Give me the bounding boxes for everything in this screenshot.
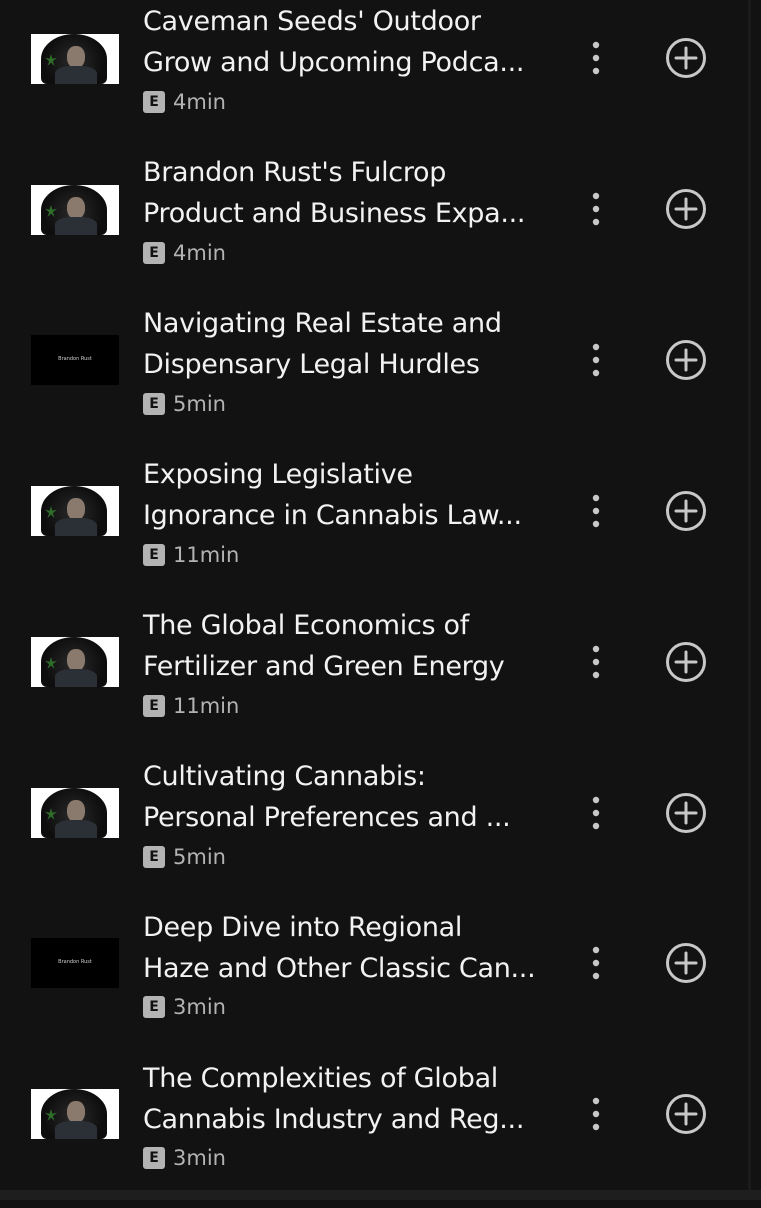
episode-row[interactable]: Exposing Legislative Ignorance in Cannab…: [0, 453, 746, 604]
episode-meta: E 5min: [143, 845, 226, 869]
episode-title[interactable]: The Complexities of Global Cannabis Indu…: [143, 1058, 543, 1140]
episode-title[interactable]: Navigating Real Estate and Dispensary Le…: [143, 303, 543, 385]
episode-duration: 3min: [173, 995, 226, 1019]
episode-thumbnail[interactable]: [31, 788, 119, 838]
explicit-badge: E: [143, 846, 165, 868]
episode-duration: 11min: [173, 694, 240, 718]
episode-thumbnail[interactable]: [31, 486, 119, 536]
episode-duration: 4min: [173, 241, 226, 265]
episode-thumbnail[interactable]: [31, 34, 119, 84]
episode-title[interactable]: The Global Economics of Fertilizer and G…: [143, 605, 543, 687]
thumbnail-person-head: [67, 498, 85, 520]
more-options-icon[interactable]: [580, 491, 612, 531]
thumbnail-person-head: [67, 800, 85, 822]
episode-thumbnail[interactable]: [31, 637, 119, 687]
thumbnail-person-body: [55, 669, 97, 687]
add-circle-icon[interactable]: [664, 791, 708, 835]
thumbnail-caption: Brandon Rust: [58, 356, 92, 362]
episode-duration: 3min: [173, 1146, 226, 1170]
more-options-icon[interactable]: [580, 642, 612, 682]
thumbnail-person-body: [55, 518, 97, 536]
episode-row[interactable]: The Complexities of Global Cannabis Indu…: [0, 1057, 746, 1208]
explicit-badge: E: [143, 393, 165, 415]
add-circle-icon[interactable]: [664, 941, 708, 985]
more-options-icon[interactable]: [580, 943, 612, 983]
thumbnail-person-head: [67, 46, 85, 68]
more-options-icon[interactable]: [580, 38, 612, 78]
episode-title[interactable]: Deep Dive into Regional Haze and Other C…: [143, 907, 543, 989]
add-circle-icon[interactable]: [664, 640, 708, 684]
episode-duration: 4min: [173, 90, 226, 114]
add-circle-icon[interactable]: [664, 489, 708, 533]
episode-title[interactable]: Caveman Seeds' Outdoor Grow and Upcoming…: [143, 1, 543, 83]
episode-meta: E 11min: [143, 694, 240, 718]
episode-meta: E 3min: [143, 995, 226, 1019]
episode-duration: 5min: [173, 845, 226, 869]
episode-thumbnail[interactable]: Brandon Rust: [31, 938, 119, 988]
explicit-badge: E: [143, 1147, 165, 1169]
episode-thumbnail[interactable]: [31, 185, 119, 235]
episode-meta: E 4min: [143, 241, 226, 265]
explicit-badge: E: [143, 242, 165, 264]
episode-row[interactable]: Caveman Seeds' Outdoor Grow and Upcoming…: [0, 0, 746, 151]
episode-thumbnail[interactable]: Brandon Rust: [31, 335, 119, 385]
episode-row[interactable]: Brandon Rust's Fulcrop Product and Busin…: [0, 151, 746, 302]
thumbnail-caption: Brandon Rust: [58, 959, 92, 965]
episode-meta: E 3min: [143, 1146, 226, 1170]
episode-row[interactable]: Cultivating Cannabis: Personal Preferenc…: [0, 755, 746, 906]
more-options-icon[interactable]: [580, 1094, 612, 1134]
explicit-badge: E: [143, 91, 165, 113]
add-circle-icon[interactable]: [664, 36, 708, 80]
more-options-icon[interactable]: [580, 340, 612, 380]
episode-list: Caveman Seeds' Outdoor Grow and Upcoming…: [0, 0, 746, 1200]
episode-meta: E 5min: [143, 392, 226, 416]
add-circle-icon[interactable]: [664, 187, 708, 231]
thumbnail-person-body: [55, 820, 97, 838]
episode-row[interactable]: The Global Economics of Fertilizer and G…: [0, 604, 746, 755]
episode-meta: E 11min: [143, 543, 240, 567]
episode-thumbnail[interactable]: [31, 1089, 119, 1139]
episode-duration: 5min: [173, 392, 226, 416]
episode-title[interactable]: Brandon Rust's Fulcrop Product and Busin…: [143, 152, 543, 234]
thumbnail-person-head: [67, 649, 85, 671]
thumbnail-person-head: [67, 1101, 85, 1123]
episode-meta: E 4min: [143, 90, 226, 114]
add-circle-icon[interactable]: [664, 338, 708, 382]
thumbnail-person-body: [55, 217, 97, 235]
explicit-badge: E: [143, 544, 165, 566]
episode-row[interactable]: Brandon Rust Navigating Real Estate and …: [0, 302, 746, 453]
episode-title[interactable]: Cultivating Cannabis: Personal Preferenc…: [143, 756, 543, 838]
thumbnail-person-head: [67, 197, 85, 219]
add-circle-icon[interactable]: [664, 1092, 708, 1136]
thumbnail-person-body: [55, 66, 97, 84]
more-options-icon[interactable]: [580, 189, 612, 229]
scrollbar[interactable]: [748, 0, 751, 1200]
explicit-badge: E: [143, 996, 165, 1018]
episode-title[interactable]: Exposing Legislative Ignorance in Cannab…: [143, 454, 543, 536]
episode-duration: 11min: [173, 543, 240, 567]
thumbnail-person-body: [55, 1121, 97, 1139]
explicit-badge: E: [143, 695, 165, 717]
bottom-bar-edge: [0, 1190, 761, 1200]
more-options-icon[interactable]: [580, 793, 612, 833]
episode-row[interactable]: Brandon Rust Deep Dive into Regional Haz…: [0, 906, 746, 1057]
